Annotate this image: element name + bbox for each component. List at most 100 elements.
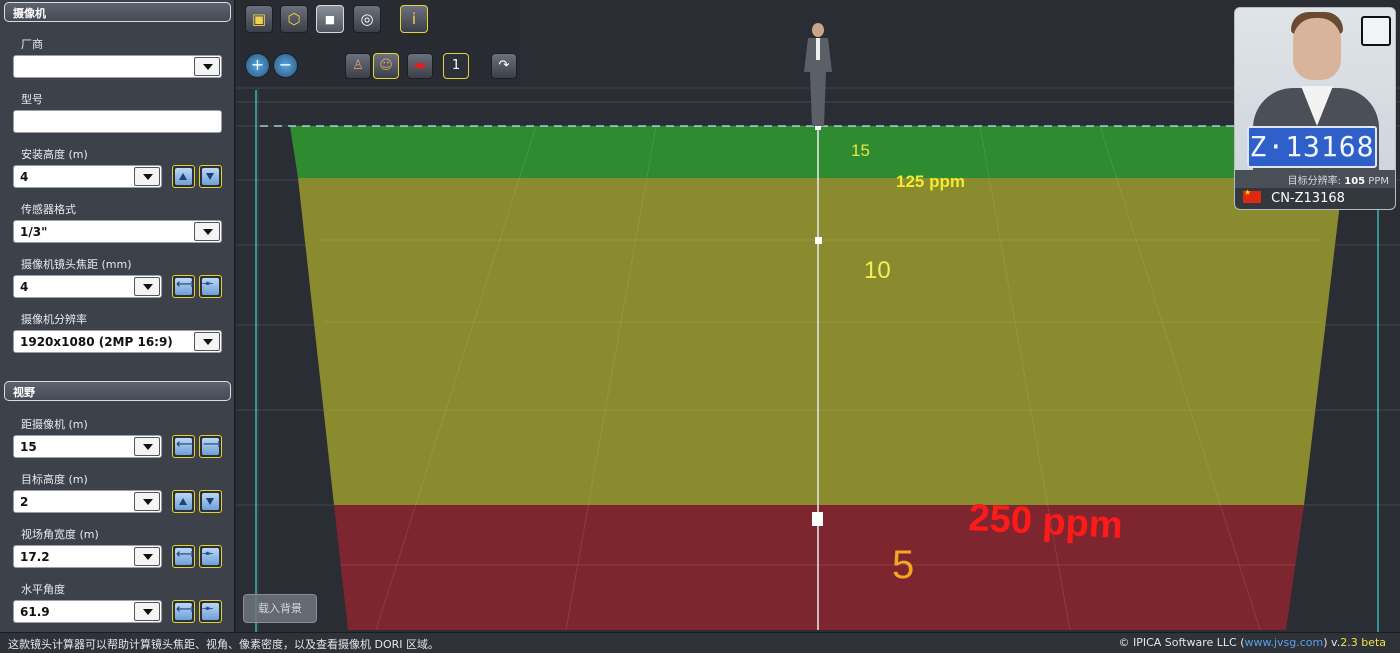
focal-length-value: 4 (20, 280, 29, 294)
arrow-up-icon (175, 493, 192, 510)
focal-length-label: 摄像机镜头焦距 (mm) (21, 258, 132, 271)
info-icon[interactable]: i (400, 5, 428, 33)
plate-caption-bar: CN-Z13168 (1235, 188, 1395, 209)
sensor-format-select[interactable]: 1/3" (13, 220, 222, 243)
model-input[interactable] (13, 110, 222, 133)
chevron-down-icon[interactable] (134, 167, 160, 186)
ppm-label-far: 125 ppm (896, 172, 965, 191)
grid-1-icon[interactable]: 1 (443, 53, 469, 79)
plate-preview-panel[interactable]: Z·13168 目标分辨率: 105 PPM CN-Z13168 (1234, 7, 1396, 210)
ppm-label-near: 250 ppm (968, 497, 1124, 547)
mount-height-select[interactable]: 4 (13, 165, 162, 188)
license-plate: Z·13168 (1247, 126, 1377, 168)
target-resolution-unit: PPM (1368, 176, 1389, 187)
person-face-icon[interactable]: ☺ (373, 53, 399, 79)
horizontal-angle-narrow-button[interactable] (199, 600, 222, 623)
china-flag-icon (1243, 188, 1261, 203)
target-resolution-value: 105 (1344, 176, 1366, 187)
manufacturer-select[interactable] (13, 55, 222, 78)
fov-section-header[interactable]: 视野 (4, 381, 231, 401)
horizontal-angle-label: 水平角度 (21, 583, 65, 596)
chevron-down-icon[interactable] (194, 57, 220, 76)
scene-viewport[interactable]: 15 10 5 125 ppm 250 ppm ▣ ⬡ ◾ ◎ i + − ♙ … (236, 0, 1400, 632)
fov-width-label: 视场角宽度 (m) (21, 528, 99, 541)
resolution-select[interactable]: 1920x1080 (2MP 16:9) (13, 330, 222, 353)
contract-horizontal-icon (202, 278, 219, 295)
fov-cone-icon[interactable]: ◎ (353, 5, 381, 33)
target-height-value: 2 (20, 495, 29, 509)
copyright-version-prefix: ) v. (1323, 636, 1341, 649)
horizontal-angle-value: 61.9 (20, 605, 50, 619)
target-resolution-bar: 目标分辨率: 105 PPM (1235, 170, 1395, 188)
mount-height-down-button[interactable] (199, 165, 222, 188)
fov-width-select[interactable]: 17.2 (13, 545, 162, 568)
chevron-down-icon[interactable] (134, 277, 160, 296)
load-background-button[interactable]: 载入背景 (243, 594, 317, 623)
website-link[interactable]: www.jvsg.com (1245, 636, 1324, 649)
chevron-down-icon[interactable] (194, 332, 220, 351)
horizontal-angle-select[interactable]: 61.9 (13, 600, 162, 623)
camera-icon[interactable]: ◾ (316, 5, 344, 33)
arrow-left-icon (175, 437, 195, 455)
distance-increase-button[interactable] (199, 435, 222, 458)
manufacturer-label: 厂商 (21, 38, 43, 51)
zoom-out-icon[interactable]: − (273, 53, 298, 78)
cube-outline-icon[interactable]: ⬡ (280, 5, 308, 33)
sensor-format-label: 传感器格式 (21, 203, 76, 216)
focal-length-widen-button[interactable] (172, 275, 195, 298)
expand-horizontal-icon (175, 547, 195, 565)
mount-height-label: 安装高度 (m) (21, 148, 88, 161)
focal-length-select[interactable]: 4 (13, 275, 162, 298)
camera-section-header[interactable]: 摄像机 (4, 2, 231, 22)
arrow-up-icon (175, 168, 192, 185)
chevron-down-icon[interactable] (134, 437, 160, 456)
distance-decrease-button[interactable] (172, 435, 195, 458)
arrow-down-icon (202, 168, 219, 185)
arrow-right-icon (202, 437, 222, 455)
copyright-text: © IPICA Software LLC ( (1118, 636, 1245, 649)
contract-horizontal-icon (202, 548, 219, 565)
expand-icon[interactable] (1361, 16, 1391, 46)
share-icon[interactable]: ↷ (491, 53, 517, 79)
target-height-label: 目标高度 (m) (21, 473, 88, 486)
mount-height-value: 4 (20, 170, 29, 184)
preview-image: Z·13168 (1235, 8, 1395, 170)
scene-canvas[interactable]: 15 10 5 125 ppm 250 ppm (236, 0, 1400, 632)
distance-value: 15 (20, 440, 37, 454)
contract-horizontal-icon (202, 603, 219, 620)
resolution-label: 摄像机分辨率 (21, 313, 87, 326)
footer-description: 这款镜头计算器可以帮助计算镜头焦距、视角、像素密度，以及查看摄像机 DORI 区… (8, 638, 440, 651)
sensor-format-value: 1/3" (20, 225, 48, 239)
distance-label-far: 15 (851, 141, 870, 160)
person-icon[interactable]: ♙ (345, 53, 371, 79)
chevron-down-icon[interactable] (194, 222, 220, 241)
resolution-value: 1920x1080 (2MP 16:9) (20, 335, 173, 349)
target-resolution-label: 目标分辨率: (1287, 176, 1342, 187)
cube-icon[interactable]: ▣ (245, 5, 273, 33)
car-icon[interactable]: ▬ (407, 53, 433, 79)
expand-horizontal-icon (175, 277, 195, 295)
distance-select[interactable]: 15 (13, 435, 162, 458)
focal-length-narrow-button[interactable] (199, 275, 222, 298)
distance-label-near: 5 (892, 543, 914, 587)
zone-yellow (298, 178, 1343, 505)
target-height-up-button[interactable] (172, 490, 195, 513)
distance-label: 距摄像机 (m) (21, 418, 88, 431)
zoom-in-icon[interactable]: + (245, 53, 270, 78)
fov-width-value: 17.2 (20, 550, 50, 564)
plate-caption: CN-Z13168 (1271, 191, 1345, 206)
distance-label-mid: 10 (864, 257, 891, 284)
horizontal-angle-widen-button[interactable] (172, 600, 195, 623)
target-height-select[interactable]: 2 (13, 490, 162, 513)
fov-width-narrow-button[interactable] (199, 545, 222, 568)
chevron-down-icon[interactable] (134, 492, 160, 511)
chevron-down-icon[interactable] (134, 602, 160, 621)
footer-copyright: © IPICA Software LLC (www.jvsg.com) v.2.… (1118, 636, 1386, 649)
model-label: 型号 (21, 93, 43, 106)
mount-height-up-button[interactable] (172, 165, 195, 188)
target-height-down-button[interactable] (199, 490, 222, 513)
version-text: 2.3 beta (1340, 636, 1386, 649)
fov-width-widen-button[interactable] (172, 545, 195, 568)
status-footer: 这款镜头计算器可以帮助计算镜头焦距、视角、像素密度，以及查看摄像机 DORI 区… (0, 632, 1400, 653)
chevron-down-icon[interactable] (134, 547, 160, 566)
